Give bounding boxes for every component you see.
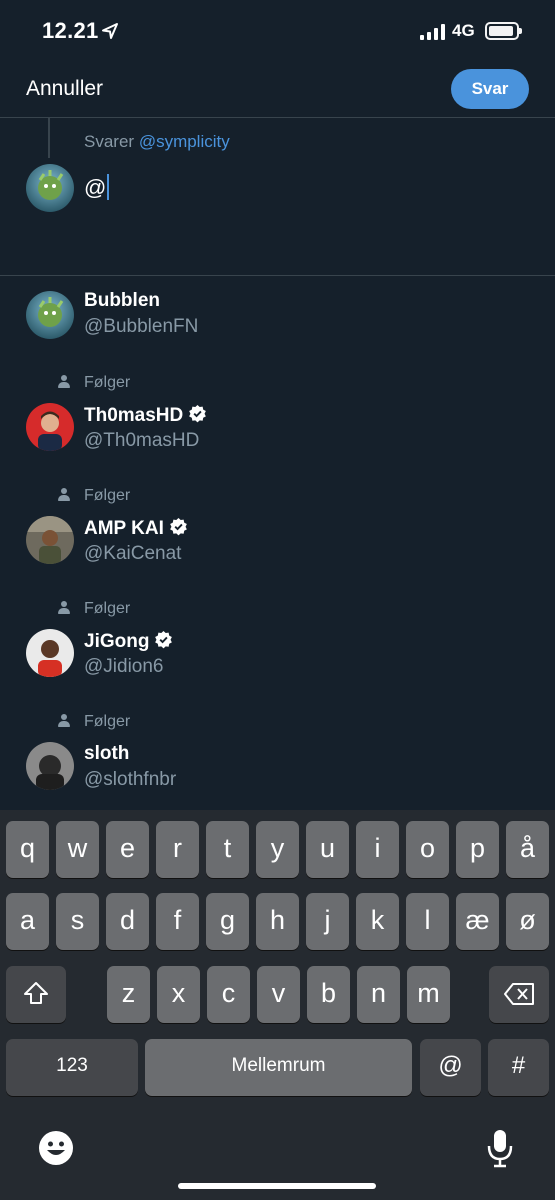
key-z[interactable]: z [107,966,150,1023]
at-key[interactable]: @ [420,1039,481,1096]
status-time: 12.21 [42,18,99,43]
key-u[interactable]: u [306,821,349,878]
key-n[interactable]: n [357,966,400,1023]
verified-badge-icon [170,517,187,536]
person-icon [58,601,70,614]
key-j[interactable]: j [306,893,349,950]
suggestion-avatar [26,742,74,790]
key-p[interactable]: p [456,821,499,878]
numbers-key[interactable]: 123 [6,1039,138,1096]
suggestion-name: sloth [84,743,130,764]
home-indicator[interactable] [178,1183,376,1189]
location-arrow-icon [102,23,118,39]
key-h[interactable]: h [256,893,299,950]
key-ø[interactable]: ø [506,893,549,950]
hash-key[interactable]: # [488,1039,549,1096]
suggestion-name: JiGong [84,630,173,653]
suggestion-avatar [26,291,74,339]
suggestion-item[interactable]: Bubblen @BubblenFN [0,286,555,354]
key-x[interactable]: x [157,966,200,1023]
suggestion-name: AMP KAI [84,517,188,540]
suggestion-handle: @Jidion6 [84,656,164,677]
verified-badge-icon [189,404,207,423]
following-indicator: Følger [58,713,130,731]
compose-text: @ [84,175,107,200]
text-caret [107,174,110,200]
following-label: Følger [84,600,131,617]
person-icon [58,375,70,388]
battery-icon [485,22,522,40]
person-icon [58,488,70,501]
key-e[interactable]: e [106,821,149,878]
shift-key[interactable] [6,966,66,1023]
suggestion-name: Bubblen [84,290,160,311]
suggestion-handle: @Th0masHD [84,430,200,451]
following-label: Følger [84,487,131,504]
network-type: 4G [452,21,475,40]
replying-to: Svarer @symplicity [84,132,230,152]
key-t[interactable]: t [206,821,249,878]
compose-header: Annuller Svar [0,62,555,118]
status-bar: 12.21 4G [0,0,555,62]
key-y[interactable]: y [256,821,299,878]
key-a[interactable]: a [6,893,49,950]
divider [0,275,555,276]
space-key[interactable]: Mellemrum [145,1039,412,1096]
suggestion-item[interactable]: Følger Th0masHD @Th0masHD [0,372,555,458]
shift-icon [24,982,48,1004]
key-o[interactable]: o [406,821,449,878]
key-w[interactable]: w [56,821,99,878]
suggestion-avatar [26,516,74,564]
emoji-icon[interactable] [38,1130,74,1166]
reply-button[interactable]: Svar [451,69,529,109]
key-d[interactable]: d [106,893,149,950]
suggestion-avatar [26,403,74,451]
backspace-key[interactable] [489,966,549,1023]
key-g[interactable]: g [206,893,249,950]
suggestion-handle: @KaiCenat [84,543,182,564]
key-å[interactable]: å [506,821,549,878]
microphone-icon[interactable] [486,1128,514,1168]
thread-line [48,118,50,158]
key-q[interactable]: q [6,821,49,878]
key-æ[interactable]: æ [456,893,499,950]
suggestion-handle: @BubblenFN [84,316,199,337]
replying-handle[interactable]: @symplicity [139,132,230,151]
suggestion-item[interactable]: Følger sloth @slothfnbr [0,711,555,797]
key-k[interactable]: k [356,893,399,950]
suggestion-avatar [26,629,74,677]
verified-badge-icon [155,630,173,649]
suggestion-item[interactable]: Følger AMP KAI @KaiCenat [0,485,555,571]
following-indicator: Følger [58,374,130,392]
suggestion-item[interactable]: Følger JiGong @Jidion6 [0,598,555,684]
cellular-signal-icon [420,24,446,40]
following-label: Følger [84,374,131,391]
cancel-button[interactable]: Annuller [26,77,103,101]
compose-input[interactable]: @ [84,174,110,201]
key-i[interactable]: i [356,821,399,878]
key-v[interactable]: v [257,966,300,1023]
key-s[interactable]: s [56,893,99,950]
following-label: Følger [84,713,131,730]
key-l[interactable]: l [406,893,449,950]
key-m[interactable]: m [407,966,450,1023]
key-b[interactable]: b [307,966,350,1023]
my-avatar [26,164,74,212]
key-c[interactable]: c [207,966,250,1023]
following-indicator: Følger [58,600,130,618]
replying-prefix: Svarer [84,132,135,151]
person-icon [58,714,70,727]
delete-icon [504,983,534,1005]
key-r[interactable]: r [156,821,199,878]
following-indicator: Følger [58,487,130,505]
suggestion-handle: @slothfnbr [84,769,177,790]
keyboard: qwertyuiopå asdfghjklæø zxcvbnm 123 Mell… [0,810,555,1200]
key-f[interactable]: f [156,893,199,950]
suggestion-name: Th0masHD [84,404,207,427]
